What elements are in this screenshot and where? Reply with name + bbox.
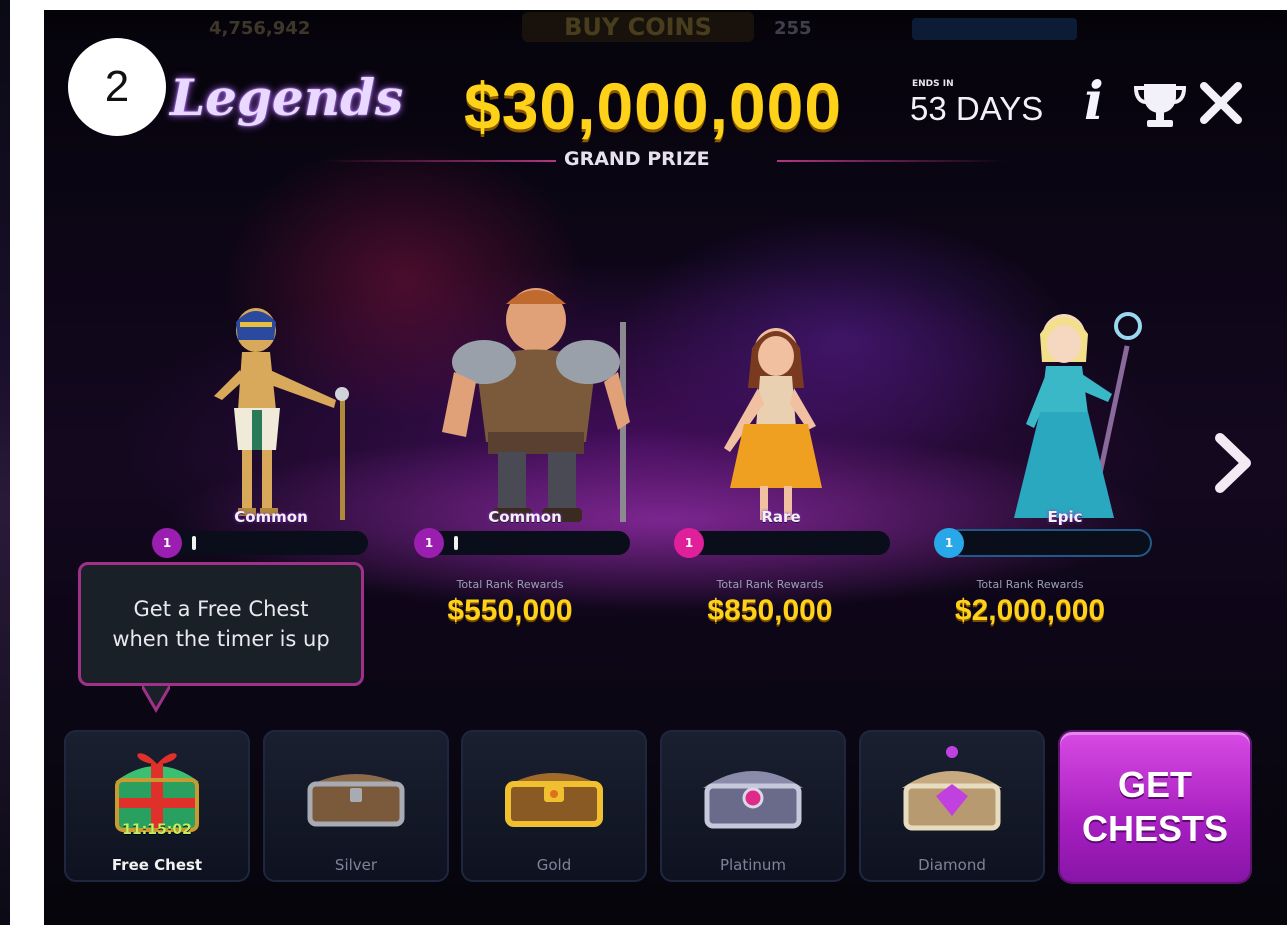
hero-rarity-label: Rare: [761, 508, 801, 526]
hero-rank-track: [948, 531, 1150, 555]
hero-sorceress-figure[interactable]: [1004, 304, 1154, 528]
gold-chest-icon: [505, 773, 603, 827]
hero-rank-badge: 1: [152, 528, 182, 558]
hero-warrior-figure[interactable]: [436, 282, 656, 532]
chest-label: Silver: [334, 856, 378, 874]
chest-free[interactable]: 11:15:02 Free Chest: [64, 730, 250, 882]
step-number-badge: 2: [68, 38, 166, 136]
grand-prize-amount: $30,000,000: [464, 69, 843, 143]
rewards-label: Total Rank Rewards: [456, 578, 564, 591]
get-chests-line-1: GET: [1117, 764, 1192, 805]
get-chests-button[interactable]: GET CHESTS: [1060, 732, 1250, 882]
tooltip-pointer: [142, 686, 170, 713]
coin-balance: 4,756,942: [209, 18, 311, 39]
hero-rank-progress: [454, 536, 458, 550]
tooltip-line-2: when the timer is up: [112, 627, 330, 651]
chest-label: Diamond: [918, 856, 986, 874]
free-chest-timer: 11:15:02: [122, 822, 192, 838]
rewards-value: $2,000,000: [954, 594, 1106, 627]
legends-event-screen: 4,756,942 BUY COINS 255 Legends $30,000,…: [44, 10, 1287, 925]
trophy-icon[interactable]: [1132, 80, 1188, 130]
buy-coins-button[interactable]: BUY COINS: [522, 12, 754, 42]
diamond-chest-icon: [902, 746, 1002, 831]
hero-rank-badge: 1: [414, 528, 444, 558]
grand-prize-label: GRAND PRIZE: [564, 148, 710, 170]
silver-chest-icon: [307, 774, 405, 827]
event-title: Legends: [170, 68, 404, 127]
close-icon[interactable]: [1198, 80, 1244, 126]
top-bar: 4,756,942 BUY COINS 255: [44, 10, 1287, 48]
rewards-value: $550,000: [447, 594, 573, 627]
free-chest-tooltip: Get a Free Chest when the timer is up: [78, 562, 364, 686]
hero-rank-progress: [192, 536, 196, 550]
rewards-value: $850,000: [707, 594, 833, 627]
chest-diamond[interactable]: Diamond: [859, 730, 1045, 882]
background-edge: [0, 0, 10, 925]
level-bar: [912, 18, 1077, 40]
chest-label: Gold: [536, 856, 572, 874]
chest-label: Free Chest: [111, 856, 203, 874]
ends-in-label: ENDS IN: [912, 79, 954, 89]
hero-rank-track: [428, 531, 630, 555]
chest-label: Platinum: [719, 856, 787, 874]
chevron-right-icon[interactable]: [1208, 430, 1258, 496]
grand-prize-divider-left: [320, 160, 556, 162]
hero-rarity-label: Common: [234, 508, 308, 526]
hero-rank-badge: 1: [934, 528, 964, 558]
rewards-label: Total Rank Rewards: [976, 578, 1084, 591]
hero-rarity-label: Common: [488, 508, 562, 526]
tooltip-line-1: Get a Free Chest: [133, 597, 309, 621]
hero-rarity-label: Epic: [1047, 508, 1083, 526]
chest-platinum[interactable]: Platinum: [660, 730, 846, 882]
hero-rank-track: [166, 531, 368, 555]
chest-silver[interactable]: Silver: [263, 730, 449, 882]
hero-rank-track: [688, 531, 890, 555]
hero-pharaoh-figure[interactable]: [204, 300, 354, 530]
rewards-label: Total Rank Rewards: [716, 578, 824, 591]
chest-gold[interactable]: Gold: [461, 730, 647, 882]
get-chests-line-2: CHESTS: [1081, 808, 1229, 849]
platinum-chest-icon: [703, 771, 803, 829]
star-balance: 255: [774, 18, 812, 39]
hero-princess-figure[interactable]: [704, 318, 854, 528]
ends-in-value: 53 DAYS: [910, 90, 1044, 127]
grand-prize-divider-right: [777, 160, 1007, 162]
info-icon[interactable]: i: [1084, 74, 1104, 130]
hero-rank-badge: 1: [674, 528, 704, 558]
